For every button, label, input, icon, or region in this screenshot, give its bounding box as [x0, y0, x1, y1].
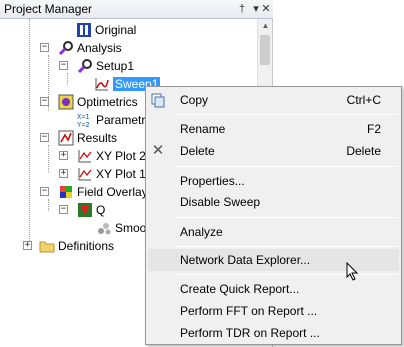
- menu-item-label: Delete: [180, 144, 215, 158]
- menu-item-delete[interactable]: ✕ Delete Delete: [148, 140, 399, 162]
- panel-titlebar: Project Manager † ▾ ✕: [0, 0, 273, 19]
- expander-xyplot1[interactable]: +: [59, 169, 68, 178]
- q-icon: [77, 202, 93, 218]
- tree-item-q[interactable]: Q: [77, 201, 105, 219]
- expander-analysis[interactable]: −: [40, 43, 49, 52]
- tree-item-label: Optimetrics: [77, 95, 138, 109]
- menu-separator: [176, 166, 398, 167]
- svg-text:X=1: X=1: [77, 113, 90, 121]
- tree-item-field-overlays[interactable]: Field Overlays: [58, 183, 154, 201]
- close-icon[interactable]: ✕: [259, 2, 273, 16]
- tree-item-xyplot2[interactable]: XY Plot 2: [77, 147, 146, 165]
- scroll-up-icon[interactable]: ▲: [258, 19, 273, 33]
- menu-item-shortcut: Delete: [346, 144, 381, 158]
- tree-item-label: Field Overlays: [77, 185, 154, 199]
- tree-line: [48, 199, 49, 211]
- optimetrics-icon: [58, 94, 74, 110]
- expander-results[interactable]: −: [40, 133, 49, 142]
- tree-item-definitions[interactable]: Definitions: [39, 237, 114, 255]
- menu-item-shortcut: Ctrl+C: [346, 93, 381, 107]
- menu-item-label: Network Data Explorer...: [180, 253, 311, 267]
- scroll-thumb[interactable]: [260, 35, 270, 65]
- tree-line: [29, 19, 30, 247]
- expander-setup1[interactable]: −: [59, 61, 68, 70]
- parametric-icon: X=1 Y=2: [77, 112, 93, 129]
- copy-icon: [150, 92, 166, 108]
- tree-item-label: Original: [95, 23, 137, 37]
- menu-item-label: Perform FFT on Report ...: [180, 304, 318, 318]
- menu-item-label: Perform TDR on Report ...: [180, 326, 320, 340]
- menu-item-shortcut: F2: [366, 122, 381, 136]
- delete-icon: ✕: [151, 142, 165, 159]
- sweep-icon: [94, 76, 110, 92]
- svg-text:Y=2: Y=2: [77, 121, 90, 128]
- menu-item-perform-fft[interactable]: Perform FFT on Report ...: [148, 300, 399, 322]
- menu-item-label: Disable Sweep: [180, 195, 261, 209]
- tree-item-results[interactable]: Results: [58, 129, 117, 147]
- tree-item-label: XY Plot 1: [96, 167, 146, 181]
- tree-item-analysis[interactable]: Analysis: [58, 39, 122, 57]
- expander-q[interactable]: −: [59, 205, 68, 214]
- design-icon: [76, 22, 92, 38]
- menu-separator: [176, 217, 398, 218]
- panel-title: Project Manager: [4, 2, 93, 16]
- tree-item-smooth[interactable]: Smoot: [96, 219, 150, 237]
- menu-item-properties[interactable]: Properties...: [148, 170, 399, 192]
- mouse-cursor-icon: [346, 261, 360, 282]
- tree-line: [48, 145, 49, 173]
- menu-item-rename[interactable]: Rename F2: [148, 118, 399, 140]
- menu-item-copy[interactable]: Copy Ctrl+C: [148, 89, 399, 111]
- menu-item-analyze[interactable]: Analyze: [148, 221, 399, 243]
- tree-line: [67, 73, 68, 85]
- tree-item-parametric[interactable]: X=1 Y=2 Parametric: [77, 111, 154, 129]
- expander-optimetrics[interactable]: −: [40, 97, 49, 106]
- tree-item-label: Definitions: [58, 239, 115, 253]
- tree-item-label: XY Plot 2: [96, 149, 146, 163]
- analysis-icon: [58, 40, 74, 56]
- menu-separator: [176, 274, 398, 275]
- tree-item-original[interactable]: Original: [76, 21, 136, 39]
- tree-item-xyplot1[interactable]: XY Plot 1: [77, 165, 146, 183]
- tree-item-label: Setup1: [96, 59, 135, 73]
- tree-item-label: Q: [96, 203, 106, 217]
- tree-item-setup1[interactable]: Setup1: [77, 57, 134, 75]
- menu-item-label: Rename: [180, 122, 226, 136]
- menu-separator: [176, 246, 398, 247]
- context-menu: Copy Ctrl+C Rename F2 ✕ Delete Delete Pr…: [145, 86, 402, 345]
- pin-icon[interactable]: †: [235, 2, 249, 16]
- menu-item-label: Analyze: [180, 225, 223, 239]
- setup-icon: [77, 58, 93, 74]
- plot-icon: [77, 166, 93, 182]
- expander-field-overlays[interactable]: −: [40, 187, 49, 196]
- tree-item-optimetrics[interactable]: Optimetrics: [58, 93, 138, 111]
- menu-item-label: Copy: [180, 93, 209, 107]
- expander-xyplot2[interactable]: +: [59, 151, 68, 160]
- menu-item-create-quick-report[interactable]: Create Quick Report...: [148, 278, 399, 300]
- expander-definitions[interactable]: +: [23, 241, 32, 250]
- folder-icon: [39, 238, 55, 254]
- field-overlays-icon: [58, 184, 74, 200]
- menu-item-disable-sweep[interactable]: Disable Sweep: [148, 191, 399, 213]
- menu-item-label: Create Quick Report...: [180, 282, 300, 296]
- menu-separator: [176, 114, 398, 115]
- results-icon: [58, 130, 74, 146]
- tree-item-label: Results: [77, 131, 118, 145]
- menu-item-label: Properties...: [180, 174, 245, 188]
- menu-item-network-data-explorer[interactable]: Network Data Explorer...: [148, 249, 399, 271]
- tree-item-label: Analysis: [77, 41, 122, 55]
- plot-icon: [77, 148, 93, 164]
- menu-item-perform-tdr[interactable]: Perform TDR on Report ...: [148, 322, 399, 344]
- smooth-icon: [96, 220, 112, 236]
